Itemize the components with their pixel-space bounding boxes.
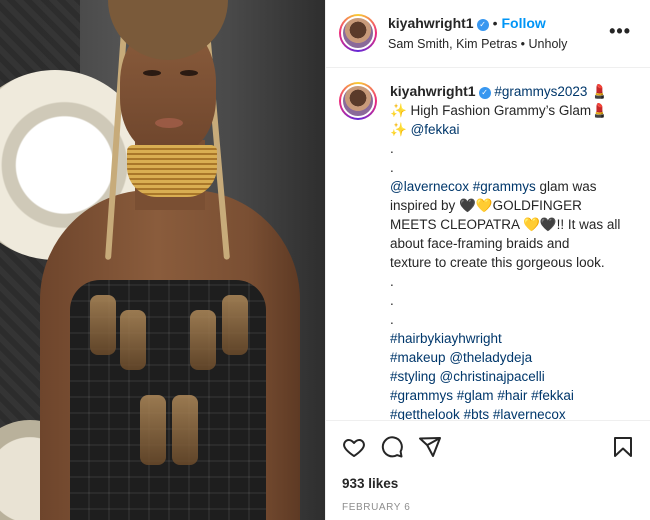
- post-sidebar: kiyahwright1 ✓ • Follow Sam Smith, Kim Petr…: [325, 0, 650, 520]
- comment-icon[interactable]: [380, 435, 404, 459]
- caption-line: @lavernecox #grammys glam was: [390, 177, 640, 196]
- caption-line: #makeup @theladydeja: [390, 348, 640, 367]
- dress-embroidery: [190, 310, 216, 370]
- verified-badge-icon: ✓: [478, 87, 491, 99]
- caption-line: .: [390, 310, 640, 329]
- caption-line: .: [390, 291, 640, 310]
- follow-button[interactable]: Follow: [502, 15, 546, 31]
- caption-first-line: kiyahwright1 ✓ #grammys2023 💄: [390, 82, 640, 101]
- audio-link[interactable]: Sam Smith, Kim Petras • Unholy: [388, 37, 567, 51]
- caption-text-segment: texture to create this gorgeous look.: [390, 255, 605, 270]
- caption-line: .: [390, 158, 640, 177]
- caption-line: ✨ High Fashion Grammy’s Glam💄: [390, 101, 640, 120]
- dress-embroidery: [222, 295, 248, 355]
- hashtag-link[interactable]: #hair: [497, 388, 527, 403]
- bookmark-icon[interactable]: [611, 435, 635, 459]
- hashtag-link[interactable]: #styling: [390, 369, 436, 384]
- caption-username-link[interactable]: kiyahwright1: [390, 83, 476, 99]
- hashtag-link[interactable]: #grammys: [473, 179, 536, 194]
- caption-text-segment: .: [390, 160, 394, 175]
- caption-text: kiyahwright1 ✓ #grammys2023 💄 ✨ High Fash…: [390, 82, 640, 420]
- caption-text-segment: 💄: [587, 84, 608, 99]
- caption-text-segment: MEETS CLEOPATRA 💛🖤!! It was all: [390, 217, 621, 232]
- verified-badge-icon: ✓: [476, 19, 489, 31]
- mention-link[interactable]: @christinajpacelli: [440, 369, 545, 384]
- caption-line: about face-framing braids and: [390, 234, 640, 253]
- caption-line: inspired by 🖤💛GOLDFINGER: [390, 196, 640, 215]
- header-user-line: kiyahwright1 ✓ • Follow: [388, 15, 546, 31]
- caption-area: kiyahwright1 ✓ #grammys2023 💄 ✨ High Fash…: [326, 68, 650, 420]
- caption-avatar[interactable]: [339, 82, 377, 120]
- post-date[interactable]: FEBRUARY 6: [342, 502, 410, 513]
- hashtag-link[interactable]: #getthelook: [390, 407, 460, 420]
- caption-text-segment: inspired by 🖤💛GOLDFINGER: [390, 198, 582, 213]
- caption-text-segment: .: [390, 312, 394, 327]
- caption-text-segment: .: [390, 274, 394, 289]
- caption-line: MEETS CLEOPATRA 💛🖤!! It was all: [390, 215, 640, 234]
- heart-icon[interactable]: [342, 435, 366, 459]
- likes-count[interactable]: 933 likes: [342, 476, 398, 491]
- avatar[interactable]: [339, 14, 377, 52]
- lips: [155, 118, 183, 128]
- post-actions: 933 likes FEBRUARY 6: [326, 420, 650, 520]
- separator-dot: •: [492, 15, 498, 31]
- caption-line: texture to create this gorgeous look.: [390, 253, 640, 272]
- caption-text-segment: about face-framing braids and: [390, 236, 570, 251]
- hashtag-link[interactable]: #hairbykiayhwright: [390, 331, 502, 346]
- caption-text-segment: ✨: [390, 122, 411, 137]
- hashtag-link[interactable]: #bts: [464, 407, 490, 420]
- gold-collar-necklace: [127, 145, 217, 197]
- username-link[interactable]: kiyahwright1: [388, 15, 474, 31]
- caption-text-segment: ✨ High Fashion Grammy’s Glam💄: [390, 103, 608, 118]
- post-photo[interactable]: [0, 0, 325, 520]
- mention-link[interactable]: @theladydeja: [449, 350, 532, 365]
- caption-line: .: [390, 272, 640, 291]
- caption-line: .: [390, 139, 640, 158]
- caption-text-segment: glam was: [535, 179, 597, 194]
- caption-text-segment: .: [390, 141, 394, 156]
- caption-text-segment: .: [390, 293, 394, 308]
- eye-left: [143, 70, 161, 76]
- more-options-icon[interactable]: •••: [609, 22, 631, 40]
- dress-embroidery: [140, 395, 166, 465]
- post-header: kiyahwright1 ✓ • Follow Sam Smith, Kim Petr…: [326, 0, 650, 68]
- caption-line: #grammys #glam #hair #fekkai: [390, 386, 640, 405]
- caption-line: #getthelook #bts #lavernecox: [390, 405, 640, 420]
- eye-right: [180, 70, 198, 76]
- dress-embroidery: [120, 310, 146, 370]
- hashtag-link[interactable]: #fekkai: [531, 388, 574, 403]
- hashtag-link[interactable]: #glam: [457, 388, 494, 403]
- hashtag-link[interactable]: #lavernecox: [493, 407, 566, 420]
- hashtag-link[interactable]: #makeup: [390, 350, 446, 365]
- caption-line: #styling @christinajpacelli: [390, 367, 640, 386]
- caption-line: ✨ @fekkai: [390, 120, 640, 139]
- mention-link[interactable]: @lavernecox: [390, 179, 469, 194]
- hashtag-link[interactable]: #grammys2023: [494, 84, 587, 99]
- hashtag-link[interactable]: #grammys: [390, 388, 453, 403]
- dress-embroidery: [172, 395, 198, 465]
- share-icon[interactable]: [418, 435, 442, 459]
- dress-embroidery: [90, 295, 116, 355]
- caption-line: #hairbykiayhwright: [390, 329, 640, 348]
- mention-link[interactable]: @fekkai: [411, 122, 460, 137]
